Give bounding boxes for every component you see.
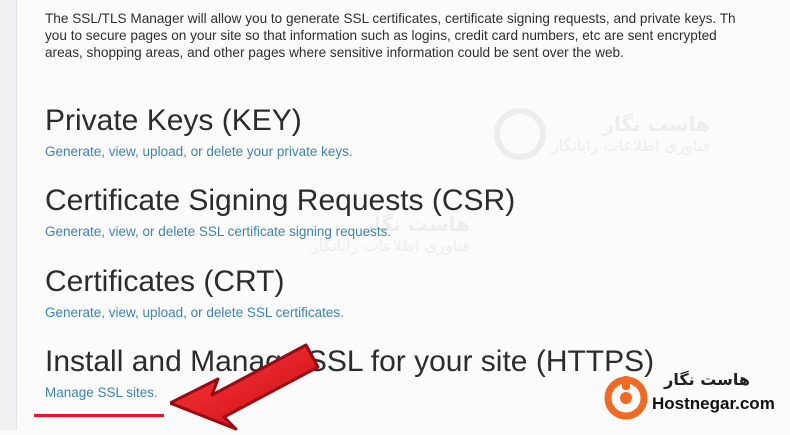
watermark-logo-ring bbox=[494, 108, 546, 160]
intro-paragraph: The SSL/TLS Manager will allow you to ge… bbox=[45, 10, 790, 61]
watermark-subtitle: فناوری اطلاعات رایانگار bbox=[550, 136, 710, 155]
csr-link[interactable]: Generate, view, or delete SSL certificat… bbox=[45, 223, 391, 241]
section-install-ssl: Install and Manage SSL for your site (HT… bbox=[45, 344, 654, 402]
section-private-keys: Private Keys (KEY) Generate, view, uploa… bbox=[45, 103, 353, 161]
section-title: Private Keys (KEY) bbox=[45, 104, 302, 137]
ssl-tls-intro: The SSL/TLS Manager will allow you to ge… bbox=[45, 10, 790, 61]
intro-line-1: The SSL/TLS Manager will allow you to ge… bbox=[45, 11, 736, 26]
section-certificates: Certificates (CRT) Generate, view, uploa… bbox=[45, 264, 344, 322]
manage-ssl-sites-link[interactable]: Manage SSL sites. bbox=[45, 384, 158, 402]
intro-line-2: you to secure pages on your site so that… bbox=[45, 28, 717, 43]
section-title: Certificate Signing Requests (CSR) bbox=[45, 184, 516, 217]
red-arrow-icon bbox=[170, 343, 320, 431]
section-title: Certificates (CRT) bbox=[45, 265, 285, 298]
watermark-1: هاست نگار فناوری اطلاعات رایانگار bbox=[540, 112, 710, 155]
hostnegar-brand: هاست نگار Hostnegar.com bbox=[600, 368, 790, 424]
left-sidebar-rail bbox=[0, 0, 17, 430]
private-keys-link[interactable]: Generate, view, upload, or delete your p… bbox=[45, 143, 353, 161]
section-title: Install and Manage SSL for your site (HT… bbox=[45, 345, 655, 378]
certificates-link[interactable]: Generate, view, upload, or delete SSL ce… bbox=[45, 304, 344, 322]
hostnegar-logo-icon bbox=[604, 376, 648, 420]
intro-line-3: areas, shopping areas, and other pages w… bbox=[45, 45, 624, 60]
highlight-underline bbox=[34, 414, 164, 417]
brand-persian-name: هاست نگار bbox=[664, 370, 750, 389]
watermark-title: هاست نگار bbox=[602, 112, 710, 136]
brand-english-name: Hostnegar.com bbox=[652, 394, 775, 413]
section-csr: Certificate Signing Requests (CSR) Gener… bbox=[45, 183, 515, 241]
